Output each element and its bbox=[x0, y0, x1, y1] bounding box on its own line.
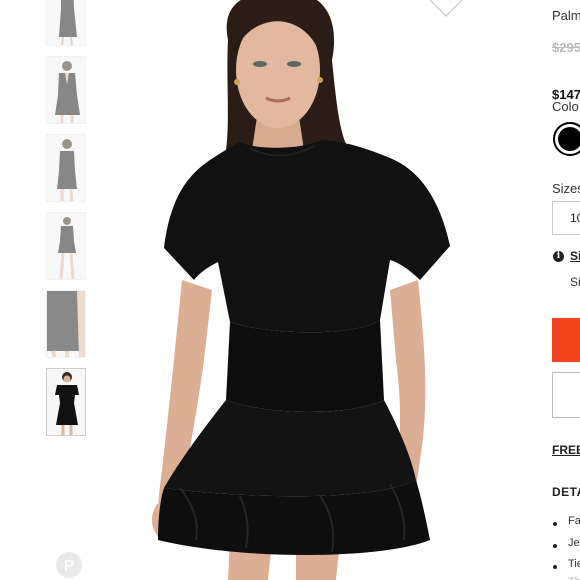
thumbnail-4[interactable] bbox=[46, 212, 86, 280]
add-to-wishlist-button[interactable] bbox=[552, 372, 580, 418]
pinterest-icon: P bbox=[63, 556, 74, 574]
thumbnail-4-image bbox=[58, 217, 76, 279]
color-swatch-black[interactable] bbox=[553, 122, 580, 156]
details-item: Tie bbox=[568, 558, 580, 570]
thumbnail-6[interactable] bbox=[46, 368, 86, 436]
original-price: $295 bbox=[552, 40, 580, 55]
pinterest-button[interactable]: P bbox=[56, 552, 82, 578]
thumbnail-1-image bbox=[59, 0, 77, 45]
details-item: Th bbox=[568, 576, 580, 580]
details-item: Fa bbox=[568, 515, 580, 527]
info-icon: i bbox=[553, 251, 564, 262]
main-product-image[interactable] bbox=[100, 0, 530, 580]
thumbnail-6-image bbox=[55, 372, 79, 435]
thumbnail-2[interactable] bbox=[46, 56, 86, 124]
size-guide-link[interactable]: Si bbox=[570, 249, 580, 263]
thumbnail-3-image bbox=[57, 139, 77, 201]
thumbnail-5-image bbox=[47, 291, 85, 357]
heart-icon bbox=[429, 0, 463, 18]
details-bullet bbox=[553, 565, 557, 569]
add-to-bag-button[interactable] bbox=[552, 318, 580, 362]
size-note: Si bbox=[570, 275, 580, 289]
color-label: Colo bbox=[552, 99, 579, 114]
thumbnail-5[interactable] bbox=[46, 290, 86, 358]
thumbnail-1[interactable] bbox=[46, 0, 86, 46]
sizes-label: Sizes bbox=[552, 181, 580, 196]
details-bullet bbox=[553, 522, 557, 526]
thumbnail-2-image bbox=[55, 61, 80, 123]
brand-name[interactable]: Palm bbox=[552, 8, 580, 23]
thumbnail-3[interactable] bbox=[46, 134, 86, 202]
product-info-panel: Palm $295 $147 Colo Sizes 10 i Si Si FRE… bbox=[551, 0, 580, 580]
heart-button[interactable] bbox=[428, 0, 464, 20]
details-heading: DETA bbox=[552, 485, 580, 499]
details-item: Jev bbox=[568, 537, 580, 549]
size-select[interactable]: 10 bbox=[552, 201, 580, 235]
model-photo bbox=[152, 0, 450, 580]
details-bullet bbox=[553, 544, 557, 548]
free-shipping-link[interactable]: FREE bbox=[552, 443, 580, 457]
